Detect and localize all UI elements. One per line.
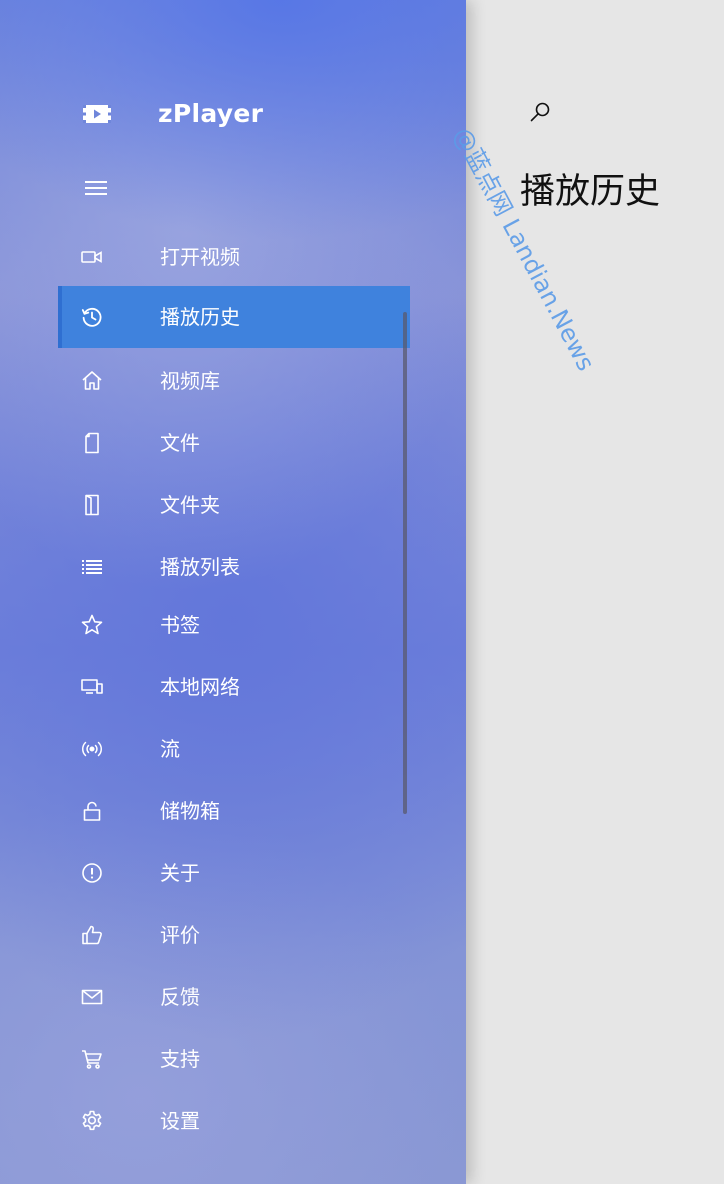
nav-item-files[interactable]: 文件 [58,412,410,474]
app-window: zPlayer 打开视频 播放历史 视频库 文件 文件夹 播放列表 书签 本地网… [0,0,724,1184]
nav-item-playlist[interactable]: 播放列表 [58,536,410,598]
nav-scrollbar[interactable] [403,312,407,814]
search-button[interactable] [526,98,554,126]
camera-icon [80,245,104,269]
folder-icon [80,493,104,517]
nav-label: 设置 [160,1109,200,1133]
nav-label: 流 [160,737,180,761]
nav-label: 本地网络 [160,675,240,699]
star-icon [80,613,104,637]
nav-item-bookmarks[interactable]: 书签 [58,594,410,656]
nav-item-folder[interactable]: 文件夹 [58,474,410,536]
nav-label: 文件夹 [160,493,220,517]
cart-icon [80,1047,104,1071]
navigation-pane: zPlayer 打开视频 播放历史 视频库 文件 文件夹 播放列表 书签 本地网… [0,0,466,1184]
info-icon [80,861,104,885]
nav-item-stream[interactable]: 流 [58,718,410,780]
nav-item-settings[interactable]: 设置 [58,1090,410,1152]
mail-icon [80,985,104,1009]
nav-item-about[interactable]: 关于 [58,842,410,904]
nav-item-video-library[interactable]: 视频库 [58,350,410,412]
nav-label: 播放历史 [160,305,240,329]
home-icon [80,369,104,393]
hamburger-icon [84,179,108,197]
nav-item-play-history[interactable]: 播放历史 [58,286,410,348]
nav-label: 评价 [160,923,200,947]
nav-item-local-network[interactable]: 本地网络 [58,656,410,718]
nav-label: 视频库 [160,369,220,393]
nav-label: 反馈 [160,985,200,1009]
search-icon [528,100,552,124]
thumbs-up-icon [80,923,104,947]
nav-label: 关于 [160,861,200,885]
file-icon [80,431,104,455]
main-content: 播放历史 [466,0,724,1184]
list-icon [80,555,104,579]
gear-icon [80,1109,104,1133]
nav-label: 打开视频 [160,245,240,269]
page-title: 播放历史 [520,172,661,212]
history-icon [80,305,104,329]
broadcast-icon [80,737,104,761]
app-brand: zPlayer [82,96,263,132]
video-play-icon [82,103,112,125]
nav-label: 文件 [160,431,200,455]
nav-item-feedback[interactable]: 反馈 [58,966,410,1028]
nav-item-vault[interactable]: 储物箱 [58,780,410,842]
network-icon [80,675,104,699]
nav-item-open-video[interactable]: 打开视频 [58,226,410,288]
nav-item-rate[interactable]: 评价 [58,904,410,966]
nav-label: 播放列表 [160,555,240,579]
nav-label: 储物箱 [160,799,220,823]
nav-label: 书签 [160,613,200,637]
lock-icon [80,799,104,823]
nav-label: 支持 [160,1047,200,1071]
hamburger-menu-button[interactable] [78,170,114,206]
app-title: zPlayer [158,99,264,128]
nav-item-support[interactable]: 支持 [58,1028,410,1090]
